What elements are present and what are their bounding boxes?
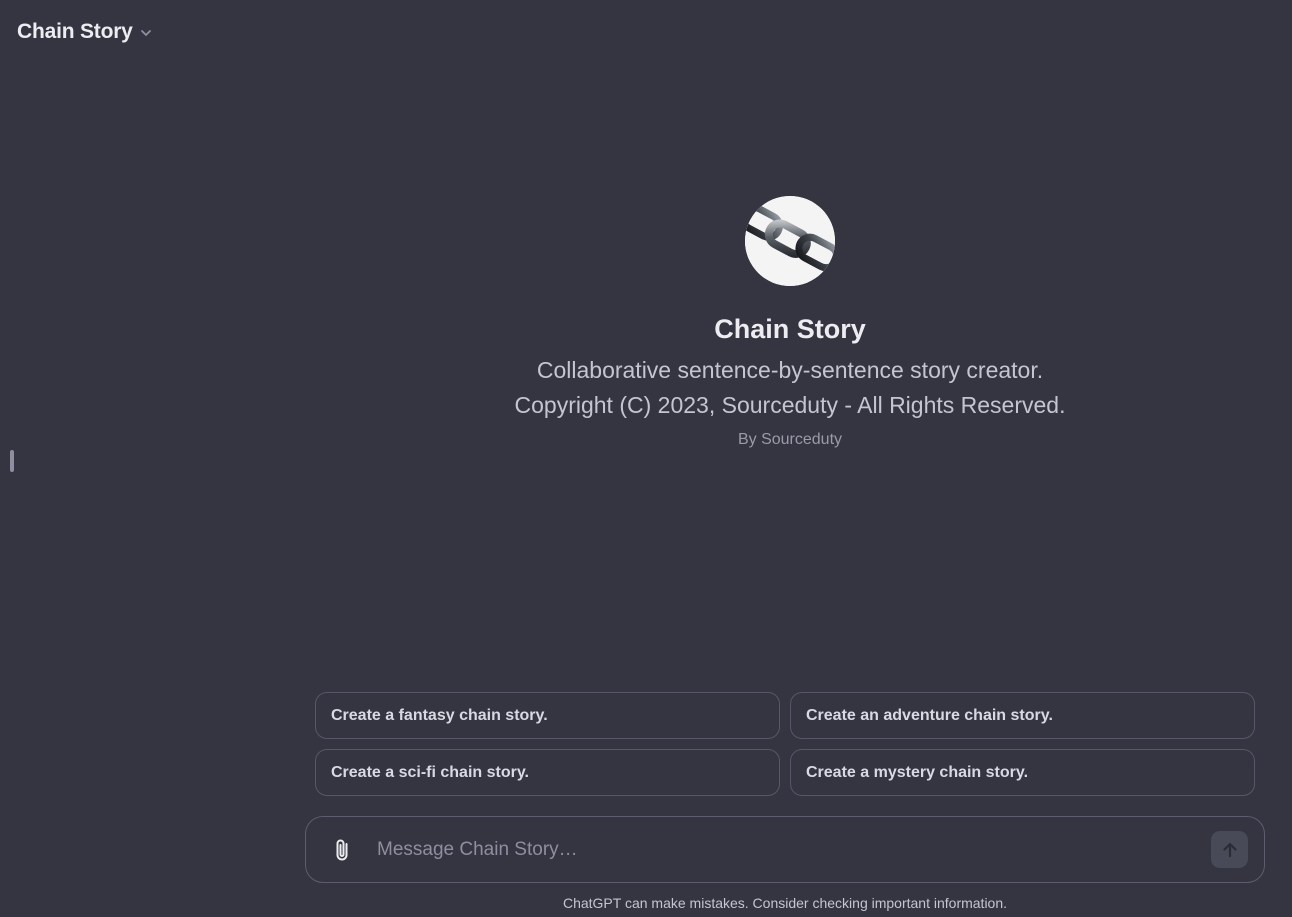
paperclip-icon [336,839,348,860]
suggestion-adventure[interactable]: Create an adventure chain story. [790,692,1255,739]
gpt-author: By Sourceduty [737,431,843,448]
chat-page: Chain Story Chain Story Collaborative se… [0,0,1292,917]
attach-button[interactable] [329,836,357,864]
arrow-up-icon [1222,842,1237,857]
model-selector[interactable]: Chain Story [17,20,153,44]
gpt-name: Chain Story [714,314,866,344]
send-button[interactable] [1211,831,1248,868]
gpt-avatar [745,196,835,286]
suggestion-sci-fi[interactable]: Create a sci-fi chain story. [315,749,780,796]
message-input[interactable] [375,828,1211,871]
chain-links-image [745,196,835,286]
sidebar-toggle-handle[interactable] [10,450,14,472]
suggestion-mystery[interactable]: Create a mystery chain story. [790,749,1255,796]
suggestion-grid: Create a fantasy chain story. Create an … [315,692,1255,796]
chevron-down-icon [139,26,153,40]
model-name: Chain Story [17,20,133,43]
gpt-intro: Chain Story Collaborative sentence-by-se… [480,196,1100,449]
suggestion-fantasy[interactable]: Create a fantasy chain story. [315,692,780,739]
disclaimer-text: ChatGPT can make mistakes. Consider chec… [562,895,1008,911]
gpt-description: Collaborative sentence-by-sentence story… [514,357,1066,418]
message-composer [305,816,1265,883]
